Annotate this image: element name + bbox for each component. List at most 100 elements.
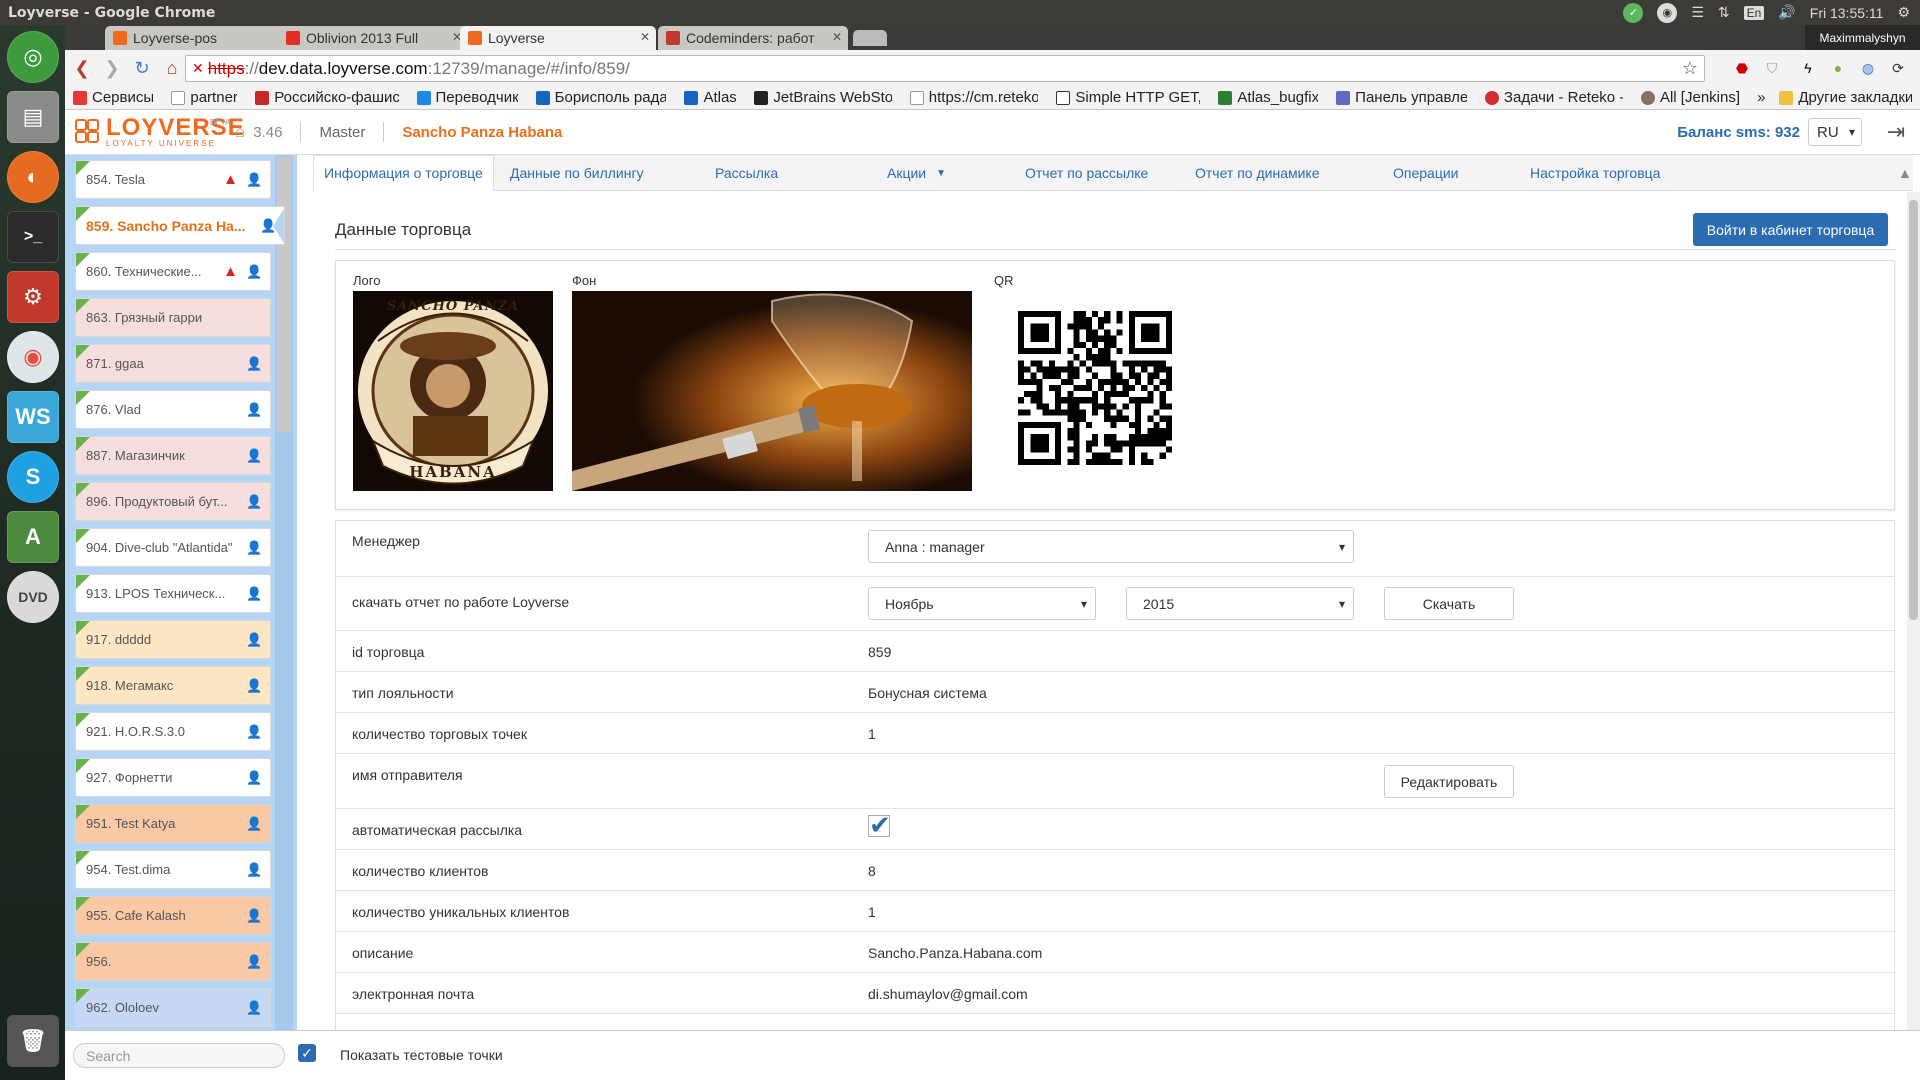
merchant-item[interactable]: 887. Магазинчик 👤 (75, 436, 271, 475)
new-tab-button[interactable] (853, 30, 887, 46)
clock[interactable]: Fri 13:55:11 (1810, 5, 1884, 21)
sync-extension-icon[interactable]: ⟳ (1889, 59, 1907, 77)
merchant-item[interactable]: 955. Cafe Kalash 👤 (75, 896, 271, 935)
other-bookmarks[interactable]: Другие закладки (1779, 89, 1912, 106)
adblock-extension-icon[interactable]: ⬣ (1733, 59, 1751, 77)
browser-tab-active[interactable]: Loyverse ✕ (460, 26, 656, 50)
ubuntu-dash-icon[interactable]: ◎ (7, 31, 59, 83)
merchant-item[interactable]: 951. Test Katya 👤 (75, 804, 271, 843)
enter-merchant-cabinet-button[interactable]: Войти в кабинет торговца (1693, 213, 1888, 246)
month-select[interactable]: Ноябрь (868, 587, 1096, 620)
bookmark-item[interactable]: partner (171, 89, 237, 106)
bookmark-item[interactable]: Atlas_bugfix (1218, 89, 1318, 106)
merchant-item[interactable]: 896. Продуктовый бут... 👤 (75, 482, 271, 521)
bookmark-item[interactable]: Российско-фашис (255, 89, 399, 106)
tab-dynamics-report[interactable]: Отчет по динамике (1195, 155, 1320, 191)
android-studio-icon[interactable]: A (7, 511, 59, 563)
merchant-item[interactable]: 918. Мегамакс 👤 (75, 666, 271, 705)
tab-mailing-report[interactable]: Отчет по рассылке (1025, 155, 1148, 191)
bookmarks-overflow-button[interactable]: » (1757, 89, 1765, 106)
browser-tab[interactable]: Oblivion 2013 Full ✕ (278, 26, 468, 50)
bookmark-item[interactable]: Atlas (684, 89, 736, 106)
bookmark-item[interactable]: https://cm.reteko (909, 89, 1038, 106)
merchant-item[interactable]: 863. Грязный гарри (75, 298, 271, 337)
show-test-checkbox[interactable]: ✓ (298, 1044, 316, 1062)
close-tab-icon[interactable]: ✕ (832, 30, 842, 44)
merchant-item[interactable]: 913. LPOS Техническ... 👤 (75, 574, 271, 613)
bookmark-item[interactable]: Simple HTTP GET, (1056, 89, 1200, 106)
browser-tab[interactable]: Loyverse-pos ✕ (105, 26, 305, 50)
auto-mailing-checkbox[interactable]: ✔ (868, 812, 891, 838)
network-menu-icon[interactable]: ☰ (1691, 4, 1704, 21)
merchant-item[interactable]: 917. ddddd 👤 (75, 620, 271, 659)
skype-icon[interactable]: S (7, 451, 59, 503)
close-tab-icon[interactable]: ✕ (640, 30, 650, 44)
logout-icon[interactable]: ⇥ (1882, 118, 1910, 146)
merchant-item[interactable]: 927. Форнетти 👤 (75, 758, 271, 797)
search-input[interactable]: Search (73, 1043, 285, 1068)
lightning-extension-icon[interactable]: ϟ (1799, 59, 1817, 77)
volume-icon[interactable]: 🔊 (1778, 4, 1795, 21)
update-icon[interactable]: ✓ (1623, 2, 1644, 23)
home-icon[interactable]: ⌂ (235, 122, 245, 142)
merchant-item-selected[interactable]: 859. Sancho Panza Ha... 👤 (75, 206, 285, 245)
chrome-icon[interactable]: ◉ (1657, 2, 1678, 23)
sidebar-scrollbar-thumb[interactable] (277, 157, 291, 432)
transfer-icon[interactable]: ⇅ (1718, 4, 1730, 21)
merchant-item[interactable]: 956. 👤 (75, 942, 271, 981)
download-button[interactable]: Скачать (1384, 587, 1514, 620)
bookmark-item[interactable]: Панель управле (1336, 89, 1467, 106)
home-icon[interactable]: ⌂ (159, 55, 185, 81)
globe-extension-icon[interactable]: ◍ (1859, 59, 1877, 77)
merchant-item[interactable]: 921. H.O.R.S.3.0 👤 (75, 712, 271, 751)
language-select[interactable]: RU (1808, 118, 1862, 146)
bookmark-star-icon[interactable]: ☆ (1682, 58, 1698, 79)
profile-user-button[interactable]: Maximmalyshyn (1805, 25, 1920, 50)
master-link[interactable]: Master (319, 124, 365, 141)
firefox-icon[interactable]: ◐ (7, 151, 59, 203)
year-select[interactable]: 2015 (1126, 587, 1354, 620)
trash-icon[interactable]: 🗑 (7, 1015, 59, 1067)
power-icon[interactable]: ⚙ (1897, 4, 1910, 21)
tab-mailing[interactable]: Рассылка (715, 155, 778, 191)
bookmark-apps[interactable]: Сервисы (73, 89, 153, 106)
shield-extension-icon[interactable]: ⛉ (1763, 59, 1781, 77)
bookmark-item[interactable]: All [Jenkins] (1640, 89, 1739, 106)
merchant-item[interactable]: 854. Tesla ▲ 👤 (75, 160, 271, 199)
manager-select[interactable]: Anna : manager (868, 530, 1354, 563)
dvd-icon[interactable]: DVD (7, 571, 59, 623)
merchant-item[interactable]: 860. Технические... ▲ 👤 (75, 252, 271, 291)
tab-billing[interactable]: Данные по биллингу (510, 155, 644, 191)
merchant-item[interactable]: 904. Dive-club "Atlantida" 👤 (75, 528, 271, 567)
address-bar[interactable]: ✕ https://dev.data.loyverse.com:12739/ma… (185, 55, 1705, 82)
terminal-icon[interactable]: >_ (7, 211, 59, 263)
current-merchant[interactable]: Sancho Panza Habana (402, 124, 562, 141)
back-icon[interactable]: ❮ (69, 55, 95, 81)
forward-icon[interactable]: ❯ (99, 55, 125, 81)
tab-operations[interactable]: Операции (1393, 155, 1459, 191)
files-icon[interactable]: ▤ (7, 91, 59, 143)
bookmark-item[interactable]: JetBrains WebSto (754, 89, 892, 106)
tab-merchant-settings[interactable]: Настройка торговца (1530, 155, 1660, 191)
reload-icon[interactable]: ↻ (129, 55, 155, 81)
merchant-item[interactable]: 954. Test.dima 👤 (75, 850, 271, 889)
merchant-item[interactable]: 962. Ololoev 👤 (75, 988, 271, 1027)
android-extension-icon[interactable]: ● (1829, 59, 1847, 77)
loyverse-logo[interactable]: LOYVERSE LOYALTY UNIVERSE BETA (75, 116, 245, 148)
merchant-item[interactable]: 871. ggaa 👤 (75, 344, 271, 383)
bookmark-item[interactable]: Задачи - Reteko - (1484, 89, 1623, 106)
bookmark-item[interactable]: Переводчик (416, 89, 518, 106)
chrome-launcher-icon[interactable]: ◉ (7, 331, 59, 383)
webstorm-icon[interactable]: WS (7, 391, 59, 443)
main-scrollbar[interactable] (1907, 192, 1920, 1030)
keyboard-layout-indicator[interactable]: En (1743, 5, 1765, 20)
merchant-item[interactable]: 876. Vlad 👤 (75, 390, 271, 429)
system-settings-icon[interactable]: ⚙ (7, 271, 59, 323)
bookmark-item[interactable]: Борисполь рада (535, 89, 666, 106)
tab-promotions[interactable]: Акции ▼ (887, 155, 946, 191)
tab-merchant-info[interactable]: Информация о торговце (313, 155, 494, 191)
scroll-up-icon[interactable]: ▲ (1898, 155, 1912, 191)
browser-tab[interactable]: Codeminders: работ ✕ (658, 26, 848, 50)
edit-sender-button[interactable]: Редактировать (1384, 765, 1514, 798)
main-scrollbar-thumb[interactable] (1909, 200, 1918, 620)
